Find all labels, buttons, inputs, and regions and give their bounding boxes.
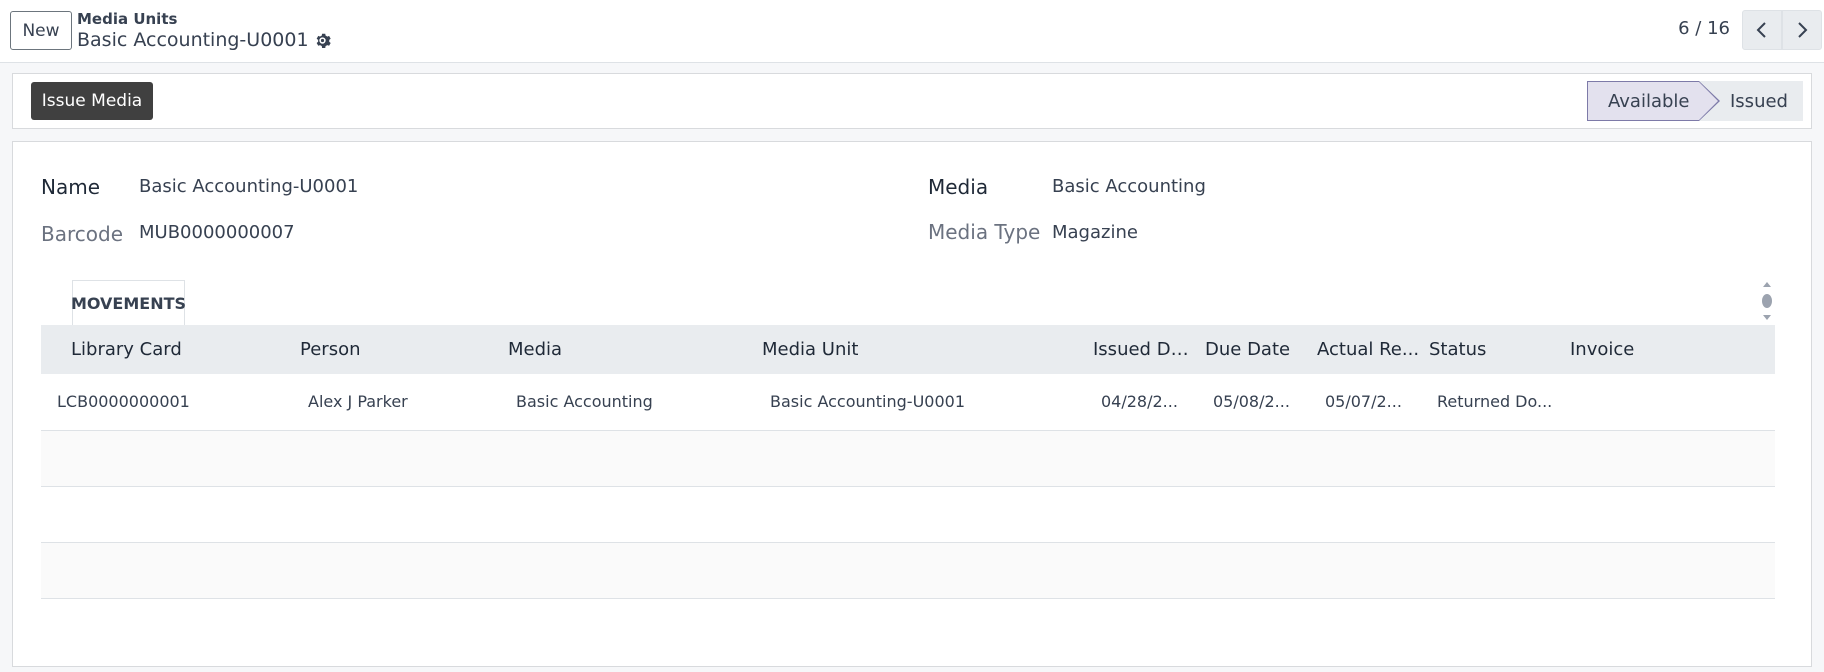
- record-title: Basic Accounting-U0001: [77, 29, 309, 51]
- cell-media-unit: Basic Accounting-U0001: [770, 392, 965, 412]
- chevron-left-icon: [1756, 22, 1766, 38]
- form-sheet: Name Basic Accounting-U0001 Barcode MUB0…: [12, 141, 1812, 667]
- stage-available[interactable]: Available: [1587, 81, 1720, 121]
- table-row[interactable]: LCB0000000001 Alex J Parker Basic Accoun…: [41, 374, 1775, 430]
- new-button[interactable]: New: [10, 11, 72, 50]
- control-panel: New Media Units Basic Accounting-U0001 6…: [0, 0, 1824, 63]
- name-label: Name: [41, 175, 101, 199]
- pager-next-button[interactable]: [1782, 10, 1822, 50]
- barcode-value: MUB0000000007: [139, 222, 295, 243]
- cell-due-date: 05/08/2...: [1213, 392, 1290, 412]
- empty-row: [41, 486, 1775, 542]
- column-header-issued-date[interactable]: Issued Da...: [1085, 325, 1197, 374]
- column-header-library-card[interactable]: Library Card: [41, 325, 292, 374]
- tab-movements[interactable]: MOVEMENTS: [71, 280, 186, 326]
- chevron-right-icon: [1798, 22, 1808, 38]
- cell-person: Alex J Parker: [308, 392, 408, 412]
- cell-actual-return: 05/07/2...: [1325, 392, 1402, 412]
- media-type-value: Magazine: [1052, 222, 1138, 243]
- cell-media: Basic Accounting: [516, 392, 653, 412]
- media-label: Media: [928, 175, 989, 199]
- column-header-media[interactable]: Media: [500, 325, 754, 374]
- cell-library-card: LCB0000000001: [57, 392, 190, 412]
- gear-icon[interactable]: [314, 32, 331, 49]
- column-header-actual-return[interactable]: Actual Re...: [1309, 325, 1421, 374]
- column-header-due-date[interactable]: Due Date: [1197, 325, 1309, 374]
- scroll-indicator-icon[interactable]: [1760, 280, 1774, 322]
- media-type-label: Media Type: [928, 220, 1041, 244]
- column-header-person[interactable]: Person: [292, 325, 500, 374]
- table-header-row: Library Card Person Media Media Unit Iss…: [41, 325, 1775, 374]
- cell-issued-date: 04/28/2...: [1101, 392, 1178, 412]
- breadcrumb-parent[interactable]: Media Units: [77, 10, 177, 28]
- breadcrumb-current: Basic Accounting-U0001: [77, 29, 331, 51]
- cell-status: Returned Do...: [1437, 392, 1553, 412]
- stage-available-label: Available: [1608, 90, 1690, 112]
- form-statusbar: Issue Media Available Issued: [12, 73, 1812, 129]
- name-value: Basic Accounting-U0001: [139, 176, 359, 197]
- stage-arrow-fill: [1699, 82, 1718, 120]
- pager-previous-button[interactable]: [1742, 10, 1782, 50]
- status-stages: Available Issued: [1587, 81, 1803, 121]
- stage-issued-label: Issued: [1730, 90, 1788, 112]
- empty-row: [41, 430, 1775, 486]
- issue-media-button[interactable]: Issue Media: [31, 82, 153, 120]
- column-header-media-unit[interactable]: Media Unit: [754, 325, 1085, 374]
- column-header-invoice[interactable]: Invoice: [1562, 325, 1775, 374]
- pager-value[interactable]: 6 / 16: [1678, 18, 1730, 39]
- barcode-label: Barcode: [41, 222, 123, 246]
- column-header-status[interactable]: Status: [1421, 325, 1562, 374]
- empty-row: [41, 542, 1775, 598]
- movements-table: Library Card Person Media Media Unit Iss…: [41, 325, 1775, 599]
- cell-invoice: [1562, 374, 1775, 430]
- media-value[interactable]: Basic Accounting: [1052, 176, 1206, 197]
